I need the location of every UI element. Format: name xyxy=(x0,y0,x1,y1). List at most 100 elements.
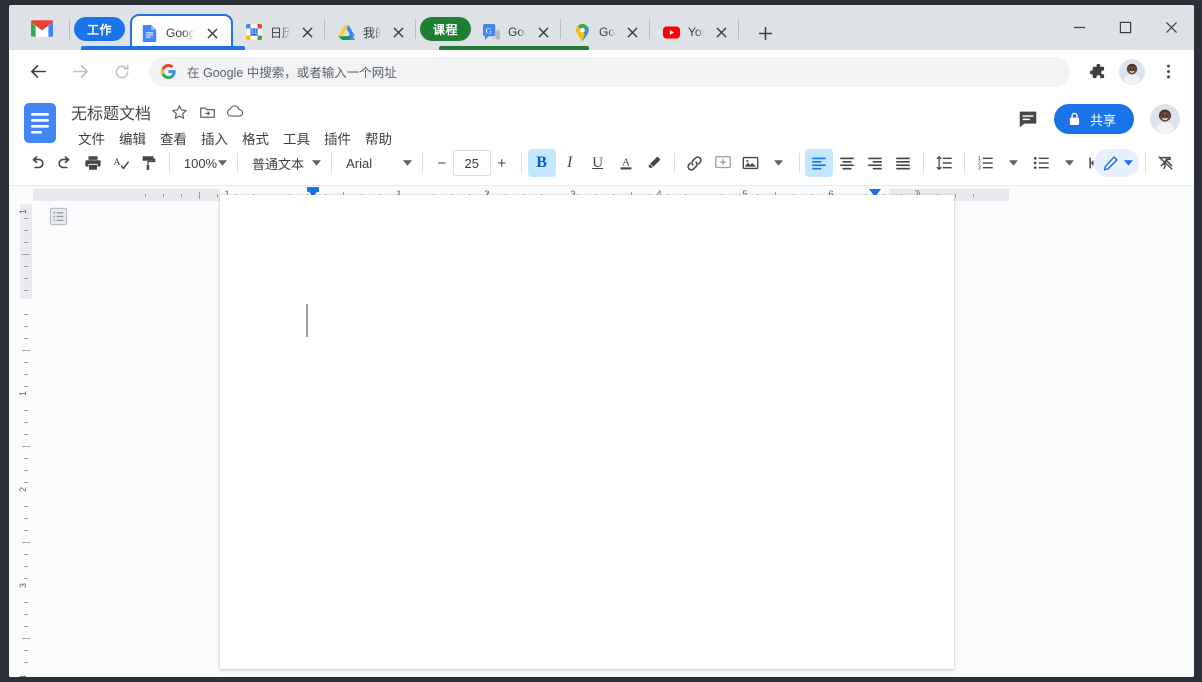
align-right-icon[interactable] xyxy=(861,149,889,177)
svg-text:A: A xyxy=(113,157,121,168)
address-bar[interactable]: 在 Google 中搜索，或者输入一个网址 xyxy=(149,57,1070,87)
font-family-selector[interactable]: Arial xyxy=(338,149,416,177)
google-calendar-icon: 31 xyxy=(245,24,262,41)
tab-divider xyxy=(738,19,739,39)
insert-link-icon[interactable] xyxy=(681,149,709,177)
vertical-scrollbar[interactable] xyxy=(1182,204,1194,677)
line-spacing-icon[interactable] xyxy=(930,149,958,177)
docs-header: 无标题文档 xyxy=(9,93,1194,145)
google-docs-app: 无标题文档 xyxy=(9,93,1194,677)
underline-button[interactable]: U xyxy=(584,149,612,177)
numbered-list-caret[interactable] xyxy=(999,149,1027,177)
decrease-font-size-button[interactable]: − xyxy=(431,150,453,176)
chevron-down-icon xyxy=(1124,160,1133,166)
chrome-menu-icon[interactable] xyxy=(1153,57,1183,87)
tab-divider xyxy=(415,19,416,39)
tab-group-chip-course[interactable]: 课程 xyxy=(420,17,471,41)
svg-text:A: A xyxy=(622,157,630,169)
tab-google-translate[interactable]: G 文 Goo xyxy=(474,15,556,49)
comment-history-icon[interactable] xyxy=(1012,103,1044,135)
pencil-edit-icon xyxy=(1102,155,1119,172)
window-controls xyxy=(1056,5,1194,50)
image-options-caret[interactable] xyxy=(765,149,793,177)
gmail-shortcut-button[interactable] xyxy=(19,10,65,46)
numbered-list-icon[interactable]: 123 xyxy=(971,149,999,177)
document-outline-icon[interactable] xyxy=(48,206,68,226)
profile-avatar[interactable] xyxy=(1119,59,1145,85)
gmail-icon xyxy=(31,20,53,37)
tab-row: 工作 Goog xyxy=(9,5,779,50)
document-title[interactable]: 无标题文档 xyxy=(71,100,151,124)
chevron-down-icon xyxy=(403,160,412,166)
move-to-folder-icon[interactable] xyxy=(196,101,218,123)
font-size-stepper: − 25 + xyxy=(431,150,513,176)
first-line-indent-marker[interactable] xyxy=(307,187,319,192)
forward-button[interactable] xyxy=(64,56,96,88)
font-size-input[interactable]: 25 xyxy=(453,150,491,176)
docs-title-row: 无标题文档 xyxy=(71,100,399,124)
tab-group-chip-work[interactable]: 工作 xyxy=(74,17,125,41)
address-bar-placeholder: 在 Google 中搜索，或者输入一个网址 xyxy=(187,62,397,81)
new-tab-button[interactable] xyxy=(751,19,779,47)
vertical-ruler[interactable]: 1 1 2 3 4 xyxy=(17,204,33,677)
svg-text:G: G xyxy=(486,25,492,35)
close-icon[interactable] xyxy=(298,23,316,41)
tab-divider xyxy=(324,19,325,39)
collapse-toolbar-icon[interactable] xyxy=(1152,149,1180,177)
reload-button[interactable] xyxy=(106,56,138,88)
align-justify-icon[interactable] xyxy=(889,149,917,177)
close-button[interactable] xyxy=(1148,5,1194,50)
tab-google-drive[interactable]: 我的 xyxy=(329,15,411,49)
tab-youtube[interactable]: You xyxy=(654,15,734,49)
close-icon[interactable] xyxy=(389,23,407,41)
close-icon[interactable] xyxy=(534,23,552,41)
italic-button[interactable]: I xyxy=(556,149,584,177)
vruler-number: 4 xyxy=(18,675,28,677)
paragraph-style-selector[interactable]: 普通文本 xyxy=(244,149,325,177)
document-page[interactable] xyxy=(220,195,954,669)
title-action-icons xyxy=(165,101,249,123)
cloud-saved-icon[interactable] xyxy=(224,101,246,123)
maximize-button[interactable] xyxy=(1102,5,1148,50)
print-button[interactable] xyxy=(79,149,107,177)
highlight-pen-icon[interactable] xyxy=(640,149,668,177)
share-button[interactable]: 共享 xyxy=(1054,104,1134,134)
bulleted-list-caret[interactable] xyxy=(1055,149,1083,177)
tab-google-docs[interactable]: Goog xyxy=(130,14,233,50)
text-color-button[interactable]: A xyxy=(612,149,640,177)
account-avatar[interactable] xyxy=(1150,104,1180,134)
bold-button[interactable]: B xyxy=(528,149,556,177)
spellcheck-button[interactable]: A xyxy=(107,149,135,177)
youtube-icon xyxy=(663,24,680,41)
minimize-button[interactable] xyxy=(1056,5,1102,50)
google-docs-logo[interactable] xyxy=(23,102,59,146)
star-icon[interactable] xyxy=(168,101,190,123)
text-cursor xyxy=(306,304,308,337)
toolbar-divider xyxy=(674,153,675,173)
align-left-icon[interactable] xyxy=(805,149,833,177)
browser-toolbar: 在 Google 中搜索，或者输入一个网址 xyxy=(9,50,1194,93)
close-icon[interactable] xyxy=(203,24,221,42)
docs-title-block: 无标题文档 xyxy=(71,100,399,150)
back-button[interactable] xyxy=(22,56,54,88)
plus-icon xyxy=(758,26,773,41)
increase-font-size-button[interactable]: + xyxy=(491,150,513,176)
undo-button[interactable] xyxy=(23,149,51,177)
toolbar-divider xyxy=(799,153,800,173)
zoom-value: 100% xyxy=(184,156,217,171)
align-center-icon[interactable] xyxy=(833,149,861,177)
insert-image-icon[interactable] xyxy=(737,149,765,177)
tab-google-maps[interactable]: Goo xyxy=(565,15,645,49)
tab-google-calendar[interactable]: 31 日历 xyxy=(236,15,320,49)
paint-format-button[interactable] xyxy=(135,149,163,177)
close-icon[interactable] xyxy=(623,23,641,41)
editing-mode-button[interactable] xyxy=(1094,149,1139,177)
add-comment-icon[interactable] xyxy=(709,149,737,177)
zoom-selector[interactable]: 100% xyxy=(176,149,231,177)
vruler-number: 1 xyxy=(18,391,28,396)
close-icon[interactable] xyxy=(712,23,730,41)
vruler-number: 3 xyxy=(18,583,28,588)
bulleted-list-icon[interactable] xyxy=(1027,149,1055,177)
extensions-puzzle-icon[interactable] xyxy=(1081,57,1111,87)
redo-button[interactable] xyxy=(51,149,79,177)
